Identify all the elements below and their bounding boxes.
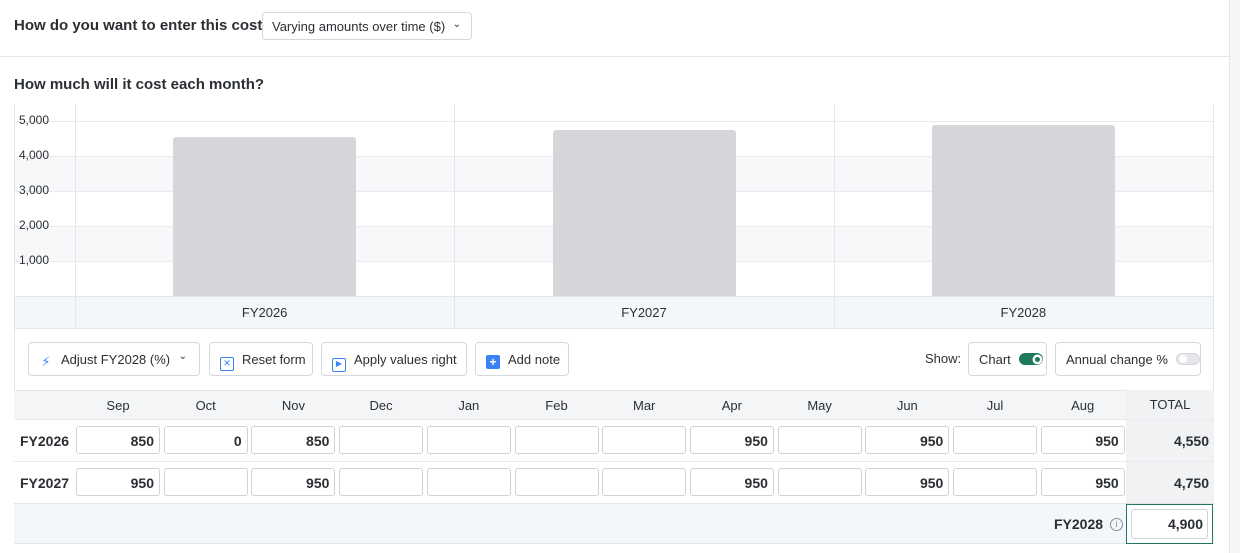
y-tick-label: 1,000	[19, 253, 50, 268]
apply-values-right-button[interactable]: ▶ Apply values right	[321, 342, 467, 376]
month-value-field[interactable]	[163, 468, 248, 496]
reset-form-label: Reset form	[242, 352, 306, 367]
lightning-icon: ⚡︎	[41, 354, 51, 369]
month-value-field[interactable]	[426, 426, 511, 454]
y-tick-label: 4,000	[19, 148, 50, 163]
info-icon[interactable]: i	[1110, 518, 1123, 531]
month-header-mar: Mar	[632, 398, 656, 413]
fy2028-label: FY2028	[1054, 516, 1104, 532]
row-label: FY2027	[20, 475, 70, 491]
y-tick-label: 5,000	[19, 113, 50, 128]
month-value-field[interactable]: 950	[689, 426, 774, 454]
table-row: FY2026 850 0 850 950 950 950 4,550	[14, 419, 1214, 460]
reset-icon: ✕	[220, 357, 234, 371]
x-tick-label: FY2026	[241, 305, 288, 320]
chart-toggle[interactable]: Chart	[968, 342, 1047, 376]
annual-cost-chart: 1,000 2,000 3,000 4,000 5,000 FY2026 FY2027 FY2…	[14, 104, 1214, 329]
fy2028-total-field[interactable]: 4,900	[1126, 504, 1213, 544]
form-toolbar: ⚡︎ Adjust FY2028 (%) ⌄ ✕ Reset form ▶ Apply…	[14, 329, 1214, 390]
row-total: 4,550	[1173, 433, 1209, 449]
row-label: FY2026	[20, 433, 70, 449]
month-header-jul: Jul	[986, 398, 1004, 413]
month-value-field[interactable]	[602, 468, 687, 496]
month-value-field[interactable]	[514, 468, 599, 496]
month-value-field[interactable]	[602, 426, 687, 454]
annual-change-toggle[interactable]: Annual change %	[1055, 342, 1201, 376]
chart-column-separator	[75, 104, 76, 329]
total-header: TOTAL	[1149, 397, 1191, 412]
month-header-apr: Apr	[721, 398, 742, 413]
monthly-values-table: Sep Oct Nov Dec Jan Feb Mar Apr May Jun Jul Aug TOT…	[14, 390, 1214, 545]
month-value-field[interactable]: 950	[76, 468, 160, 496]
month-value-field[interactable]: 850	[251, 426, 336, 454]
adjust-fy2028-label: Adjust FY2028 (%)	[61, 352, 171, 367]
month-header-nov: Nov	[281, 398, 305, 413]
month-value-field[interactable]: 950	[251, 468, 336, 496]
table-row: FY2027 950 950 950 950 950 4,750	[14, 461, 1214, 502]
month-value-field[interactable]	[953, 468, 1037, 496]
month-value-field[interactable]: 950	[865, 426, 950, 454]
month-value-field[interactable]	[339, 426, 424, 454]
x-tick-label: FY2028	[1000, 305, 1047, 320]
chart-bar-fy2028[interactable]	[931, 124, 1115, 296]
month-value-field[interactable]	[339, 468, 424, 496]
y-tick-label: 2,000	[19, 218, 50, 233]
chart-toggle-label: Chart	[979, 352, 1011, 367]
cost-entry-question: How do you want to enter this cost?	[14, 17, 272, 34]
reset-form-button[interactable]: ✕ Reset form	[209, 342, 313, 376]
x-tick-label: FY2027	[621, 305, 667, 320]
add-note-label: Add note	[508, 352, 561, 367]
annual-change-label: Annual change %	[1066, 352, 1168, 367]
table-header: Sep Oct Nov Dec Jan Feb Mar Apr May Jun Jul Aug	[14, 390, 1214, 419]
cost-method-value: Varying amounts over time ($)	[272, 19, 446, 34]
month-value-field[interactable]: 950	[865, 468, 950, 496]
show-label: Show:	[925, 351, 962, 366]
add-note-icon: +	[486, 355, 500, 369]
month-value-field[interactable]	[777, 468, 862, 496]
month-value-field[interactable]	[426, 468, 511, 496]
month-value-field[interactable]: 950	[1040, 426, 1125, 454]
month-value-field[interactable]: 850	[76, 426, 160, 454]
apply-values-right-label: Apply values right	[354, 352, 457, 367]
chart-toggle-switch[interactable]	[1018, 353, 1043, 365]
row-total: 4,750	[1173, 475, 1209, 491]
month-header-jan: Jan	[458, 398, 480, 413]
fy2028-total-value[interactable]: 4,900	[1131, 509, 1208, 539]
month-header-jun: Jun	[896, 398, 918, 413]
month-header-feb: Feb	[545, 398, 568, 413]
chart-bar-fy2026[interactable]	[173, 137, 357, 296]
month-value-field[interactable]	[777, 426, 862, 454]
month-value-field[interactable]: 950	[1040, 468, 1125, 496]
month-value-field[interactable]: 950	[689, 468, 774, 496]
clipboard-icon: ▶	[332, 358, 346, 372]
month-value-field[interactable]: 0	[163, 426, 248, 454]
chart-column-separator	[454, 104, 456, 329]
month-header-may: May	[807, 398, 832, 413]
month-header-sep: Sep	[106, 398, 130, 413]
monthly-cost-question: How much will it cost each month?	[14, 76, 265, 93]
cost-entry-row: How do you want to enter this cost? Vary…	[0, 0, 1229, 57]
adjust-fy2028-button[interactable]: ⚡︎ Adjust FY2028 (%) ⌄	[28, 342, 200, 376]
month-value-field[interactable]	[953, 426, 1037, 454]
chart-bar-fy2027[interactable]	[552, 130, 736, 296]
cost-method-select[interactable]: Varying amounts over time ($) ⌄	[262, 12, 472, 40]
chevron-down-icon: ⌄	[178, 351, 187, 362]
y-tick-label: 3,000	[19, 183, 50, 198]
page-scrollbar[interactable]	[1229, 0, 1240, 553]
chart-column-separator	[833, 104, 835, 329]
add-note-button[interactable]: + Add note	[475, 342, 569, 376]
month-header-aug: Aug	[1071, 398, 1095, 413]
month-header-dec: Dec	[369, 398, 393, 413]
chart-gridline	[15, 121, 1213, 123]
annual-change-switch[interactable]	[1175, 353, 1200, 365]
fy2028-row: FY2028 i 4,900	[14, 503, 1214, 544]
chevron-down-icon: ⌄	[452, 19, 461, 30]
month-header-oct: Oct	[195, 398, 216, 413]
month-value-field[interactable]	[514, 426, 599, 454]
